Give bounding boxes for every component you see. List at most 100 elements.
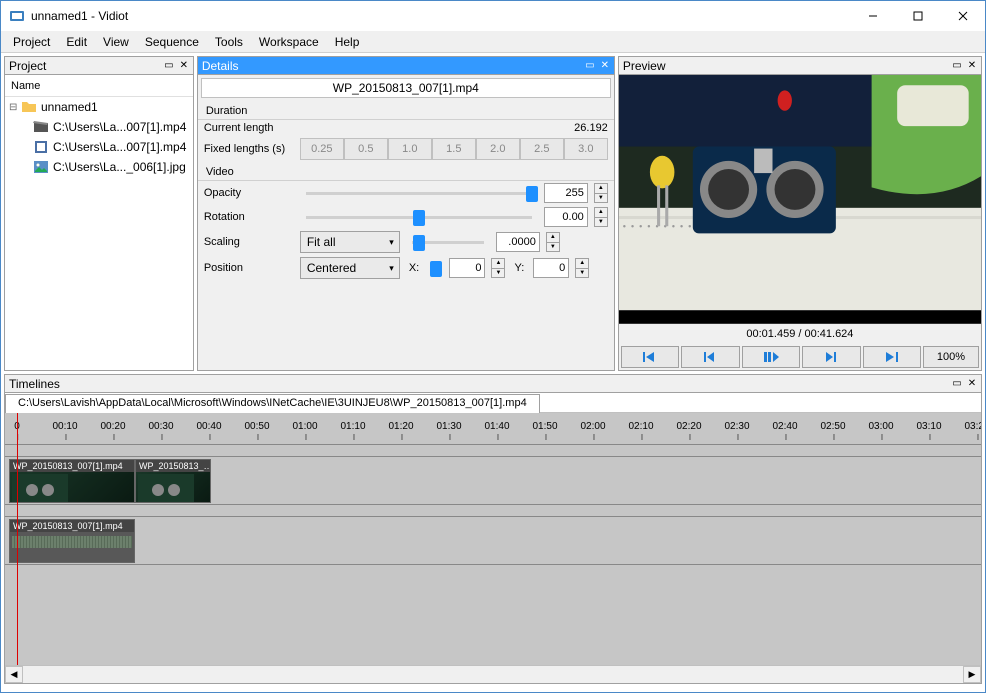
fixed-length-button[interactable]: 1.0: [388, 138, 432, 160]
opacity-slider[interactable]: [306, 192, 532, 195]
scaling-spinner[interactable]: ▲▼: [546, 232, 560, 252]
timeline-body[interactable]: 000:1000:2000:3000:4000:5001:0001:1001:2…: [5, 413, 981, 665]
ruler-tick: 02:40: [772, 421, 797, 432]
timeline-ruler[interactable]: 000:1000:2000:3000:4000:5001:0001:1001:2…: [5, 413, 981, 445]
tree-item-label: C:\Users\La...007[1].mp4: [53, 120, 186, 134]
position-x-slider[interactable]: [434, 267, 437, 270]
scaling-combo[interactable]: Fit all: [300, 231, 400, 253]
scroll-right-icon[interactable]: ▶: [963, 666, 981, 683]
menu-view[interactable]: View: [95, 33, 137, 51]
maximize-button[interactable]: [895, 2, 940, 31]
clip-label: WP_20150813_007[1].mp4: [10, 460, 134, 472]
timelines-panel-header: Timelines ▭ ✕: [5, 375, 981, 393]
audio-track[interactable]: WP_20150813_007[1].mp4: [5, 517, 981, 565]
ruler-tick: 03:10: [916, 421, 941, 432]
ruler-tick: 01:10: [340, 421, 365, 432]
preview-viewport[interactable]: [619, 75, 981, 310]
ruler-tick: 00:20: [100, 421, 125, 432]
scroll-left-icon[interactable]: ◀: [5, 666, 23, 683]
ruler-tick: 00:10: [52, 421, 77, 432]
panel-close-icon[interactable]: ✕: [177, 59, 191, 73]
preview-time-display: 00:01.459 / 00:41.624: [619, 324, 981, 344]
titlebar: unnamed1 - Vidiot: [1, 1, 985, 31]
position-combo[interactable]: Centered: [300, 257, 400, 279]
timeline-hscrollbar[interactable]: ◀ ▶: [5, 665, 981, 683]
image-icon: [33, 159, 49, 175]
opacity-label: Opacity: [204, 187, 294, 199]
film-icon: [33, 139, 49, 155]
minimize-button[interactable]: [850, 2, 895, 31]
menu-tools[interactable]: Tools: [207, 33, 251, 51]
fixed-length-button[interactable]: 1.5: [432, 138, 476, 160]
scaling-input[interactable]: [496, 232, 540, 252]
video-track[interactable]: WP_20150813_007[1].mp4 WP_20150813_…: [5, 457, 981, 505]
panel-float-icon[interactable]: ▭: [950, 59, 964, 73]
rotation-input[interactable]: [544, 207, 588, 227]
tree-root-label: unnamed1: [41, 100, 98, 114]
menu-project[interactable]: Project: [5, 33, 58, 51]
position-y-label: Y:: [514, 262, 524, 274]
video-group-label: Video: [198, 162, 614, 181]
menu-workspace[interactable]: Workspace: [251, 33, 327, 51]
current-length-value: 26.192: [574, 122, 608, 134]
fixed-length-button[interactable]: 0.25: [300, 138, 344, 160]
fixed-length-button[interactable]: 3.0: [564, 138, 608, 160]
playhead[interactable]: [17, 413, 18, 665]
ruler-tick: 00:30: [148, 421, 173, 432]
tree-item[interactable]: C:\Users\La...007[1].mp4: [5, 117, 193, 137]
menu-help[interactable]: Help: [327, 33, 368, 51]
rotation-slider[interactable]: [306, 216, 532, 219]
scaling-label: Scaling: [204, 236, 294, 248]
panel-close-icon[interactable]: ✕: [598, 59, 612, 73]
panel-float-icon[interactable]: ▭: [950, 377, 964, 391]
rotation-spinner[interactable]: ▲▼: [594, 207, 608, 227]
panel-close-icon[interactable]: ✕: [965, 59, 979, 73]
app-icon: [9, 8, 25, 24]
ruler-tick: 01:20: [388, 421, 413, 432]
opacity-input[interactable]: [544, 183, 588, 203]
close-button[interactable]: [940, 2, 985, 31]
timeline-clip[interactable]: WP_20150813_…: [135, 459, 211, 503]
clapper-icon: [33, 119, 49, 135]
goto-end-button[interactable]: [863, 346, 921, 368]
project-panel-header: Project ▭ ✕: [5, 57, 193, 75]
timeline-audio-clip[interactable]: WP_20150813_007[1].mp4: [9, 519, 135, 563]
menu-sequence[interactable]: Sequence: [137, 33, 207, 51]
next-frame-button[interactable]: [802, 346, 860, 368]
opacity-spinner[interactable]: ▲▼: [594, 183, 608, 203]
preview-scrub-bar[interactable]: [619, 310, 981, 324]
details-panel-header: Details ▭ ✕: [198, 57, 614, 75]
project-column-name[interactable]: Name: [5, 75, 193, 97]
menu-edit[interactable]: Edit: [58, 33, 95, 51]
tree-root[interactable]: ⊟ unnamed1: [5, 97, 193, 117]
tree-item[interactable]: C:\Users\La...007[1].mp4: [5, 137, 193, 157]
fixed-length-button[interactable]: 2.5: [520, 138, 564, 160]
panel-close-icon[interactable]: ✕: [965, 377, 979, 391]
project-panel-title: Project: [9, 59, 161, 73]
fixed-length-button[interactable]: 2.0: [476, 138, 520, 160]
ruler-tick: 01:30: [436, 421, 461, 432]
position-x-input[interactable]: [449, 258, 485, 278]
preview-zoom-label[interactable]: 100%: [923, 346, 979, 368]
preview-panel: Preview ▭ ✕: [618, 56, 982, 371]
timeline-tab[interactable]: C:\Users\Lavish\AppData\Local\Microsoft\…: [5, 394, 540, 413]
ruler-tick: 03:00: [868, 421, 893, 432]
expand-icon[interactable]: ⊟: [9, 102, 21, 113]
panel-float-icon[interactable]: ▭: [162, 59, 176, 73]
tree-item[interactable]: C:\Users\La..._006[1].jpg: [5, 157, 193, 177]
position-x-spinner[interactable]: ▲▼: [491, 258, 505, 278]
fixed-length-button[interactable]: 0.5: [344, 138, 388, 160]
rotation-label: Rotation: [204, 211, 294, 223]
ruler-tick: 02:30: [724, 421, 749, 432]
play-pause-button[interactable]: [742, 346, 800, 368]
timeline-clip[interactable]: WP_20150813_007[1].mp4: [9, 459, 135, 503]
preview-panel-title: Preview: [623, 59, 949, 73]
ruler-tick: 02:00: [580, 421, 605, 432]
panel-float-icon[interactable]: ▭: [583, 59, 597, 73]
goto-start-button[interactable]: [621, 346, 679, 368]
duration-group-label: Duration: [198, 101, 614, 120]
position-y-input[interactable]: [533, 258, 569, 278]
scaling-slider[interactable]: [412, 241, 484, 244]
position-y-spinner[interactable]: ▲▼: [575, 258, 589, 278]
prev-frame-button[interactable]: [681, 346, 739, 368]
